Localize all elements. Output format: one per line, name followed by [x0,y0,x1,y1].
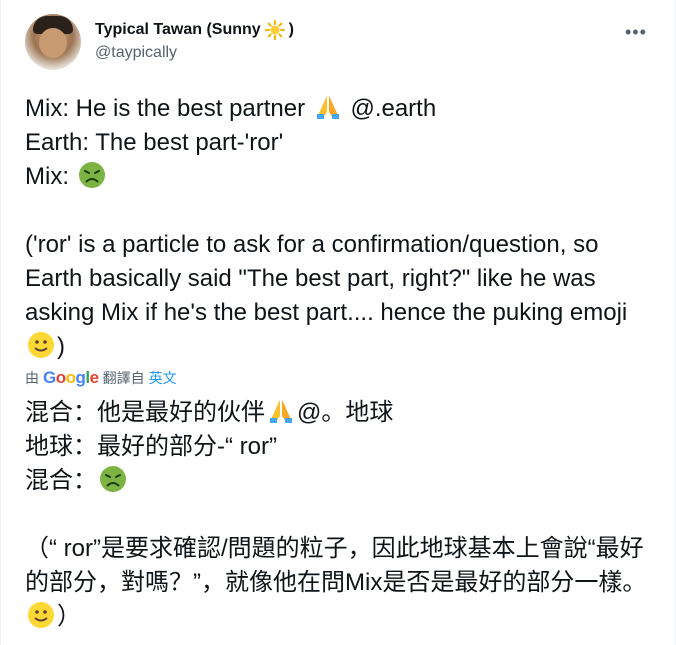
translated-line-1: 混合：他是最好的伙伴 @。地球 [25,396,665,430]
translated-spacer [25,498,665,532]
google-letter: o [65,368,76,387]
author-name-suffix: ) [288,21,294,38]
praying-hands-icon [267,397,295,425]
tweet-text: Mix: He is the best partner @.earth Eart… [25,92,655,364]
translated-text: 混合：他是最好的伙伴 @。地球 地球：最好的部分-“ ror” 混合： （“ ro… [25,396,665,634]
tweet-line-1: Mix: He is the best partner @.earth [25,92,655,126]
sun-icon [264,20,285,40]
translation-middle: 翻譯自 [102,370,145,386]
avatar-face [39,28,67,58]
nauseated-face-icon [99,465,127,493]
source-language-link[interactable]: 英文 [149,368,177,388]
translation-prefix: 由 [25,370,39,386]
tweet-paragraph-tail: ) [57,333,65,360]
translated-line-2: 地球：最好的部分-“ ror” [25,433,277,460]
nauseated-face-icon [78,161,106,189]
google-letter: G [43,368,56,387]
tweet-line-3: Mix: [25,160,655,194]
translated-line-3-text: 混合： [25,467,97,494]
avatar[interactable] [25,14,81,70]
tweet-paragraph: ('ror' is a particle to ask for a confir… [25,228,655,364]
tweet-line-2: Earth: The best part-'ror' [25,129,284,156]
slightly-smiling-face-icon [27,331,55,359]
praying-hands-icon [314,93,342,121]
tweet-spacer [25,194,655,228]
tweet-paragraph-text: ('ror' is a particle to ask for a confir… [25,231,634,326]
slightly-smiling-face-icon [27,601,55,629]
translation-attribution: 由 Google 翻譯自 英文 [25,368,177,388]
translated-paragraph-text: （“ ror”是要求確認/問題的粒子，因此地球基本上會說“最好的部分，對嗎？”，… [25,535,647,596]
tweet-mention[interactable]: @.earth [344,95,436,122]
tweet-line-1-text: Mix: He is the best partner [25,95,312,122]
tweet-line-3-text: Mix: [25,163,76,190]
tweet-card: Typical Tawan (Sunny ) @taypically ••• M… [0,0,676,645]
google-letter: o [55,368,66,387]
google-letter: g [75,368,86,387]
more-icon[interactable]: ••• [625,22,647,43]
author-handle[interactable]: @taypically [95,44,177,62]
translated-line-1-tail: @。地球 [297,399,394,426]
google-letter: e [89,368,99,387]
google-logo: Google [43,368,99,388]
author-name-row[interactable]: Typical Tawan (Sunny ) [95,20,294,40]
author-display-name[interactable]: Typical Tawan (Sunny [95,21,261,39]
translated-line-1-text: 混合：他是最好的伙伴 [25,399,265,426]
translated-paragraph: （“ ror”是要求確認/問題的粒子，因此地球基本上會說“最好的部分，對嗎？”，… [25,532,665,634]
translated-line-3: 混合： [25,464,665,498]
translated-paragraph-tail: ） [57,603,81,630]
